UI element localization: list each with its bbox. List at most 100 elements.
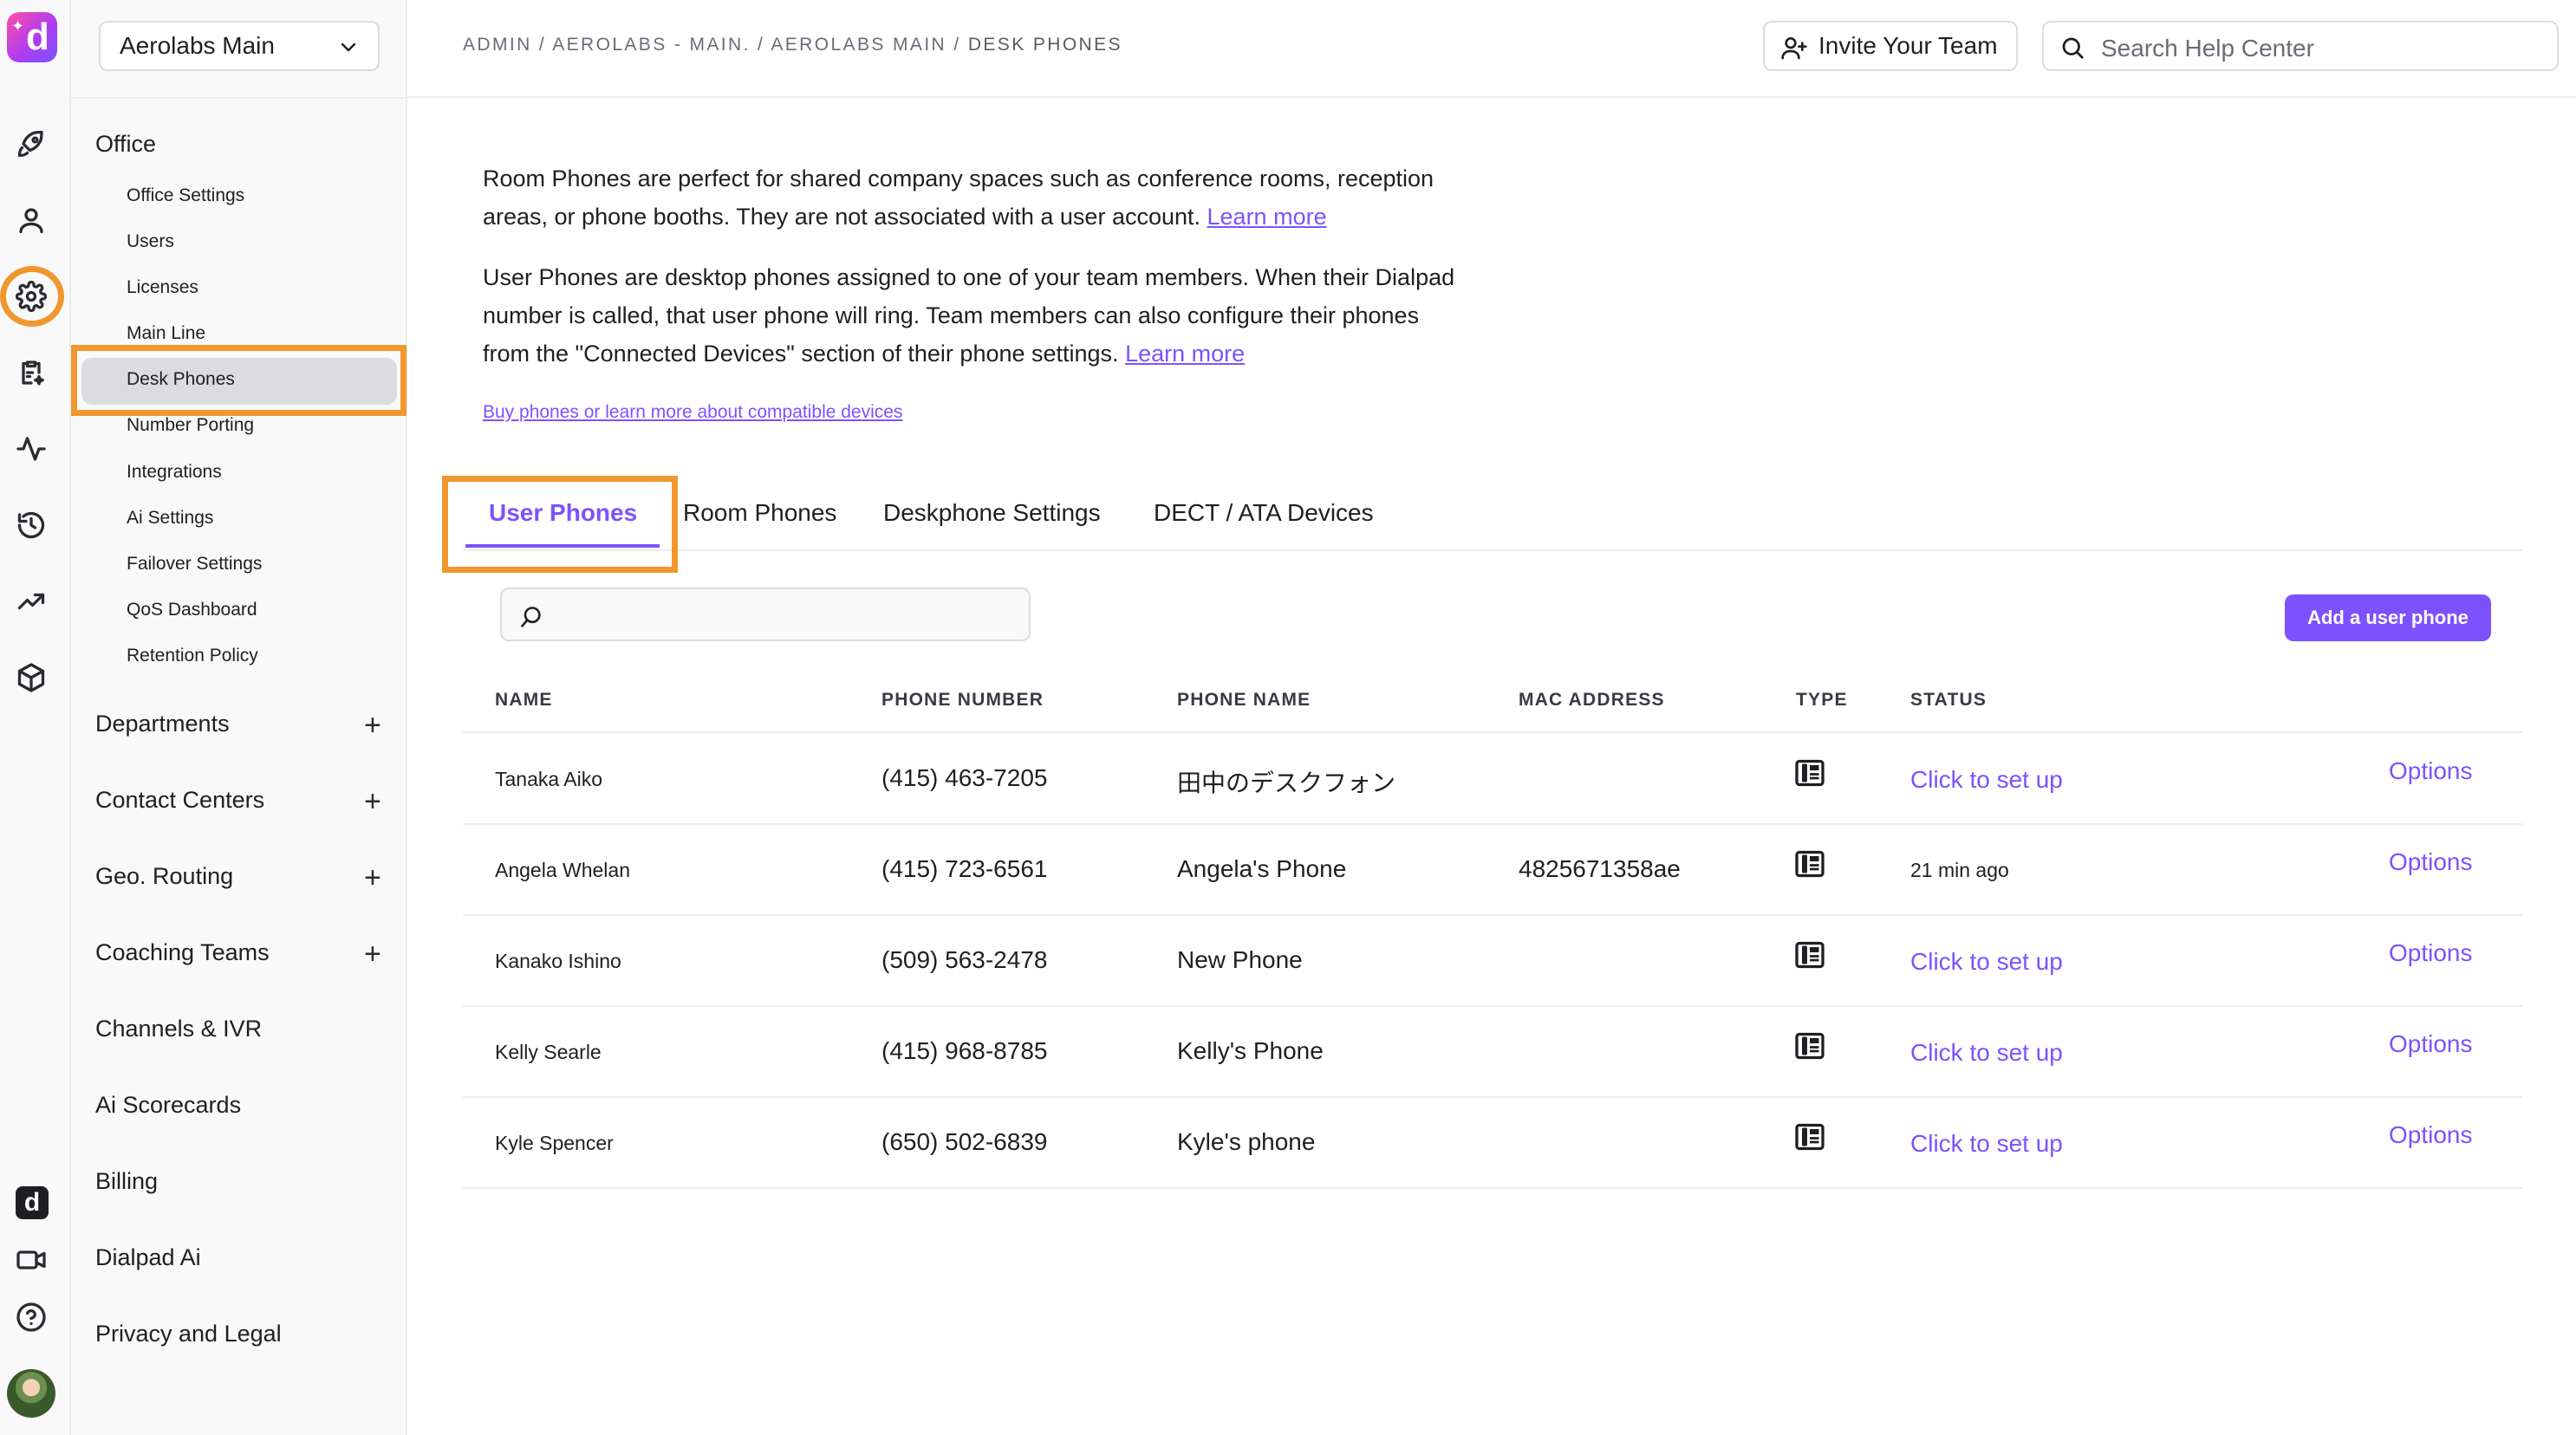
expand-plus-icon[interactable]: + <box>364 711 381 740</box>
row-divider <box>463 823 2522 825</box>
row-phone-name: Kelly's Phone <box>1177 1037 1324 1064</box>
clipboard-sparkle-icon[interactable] <box>12 354 50 392</box>
row-name: Kanako Ishino <box>495 950 621 972</box>
phone-search-input[interactable] <box>500 588 1031 641</box>
breadcrumb-path[interactable]: ADMIN / AEROLABS - MAIN. / AEROLABS MAIN… <box>463 35 968 55</box>
sidebar-item-number-porting[interactable]: Number Porting <box>127 415 254 436</box>
sidebar-item-channels-ivr[interactable]: Channels & IVR <box>95 1016 262 1042</box>
column-header-phone-number[interactable]: PHONE NUMBER <box>881 690 1044 711</box>
column-header-type[interactable]: TYPE <box>1796 690 1848 711</box>
row-status-setup-link[interactable]: Click to set up <box>1910 1130 2063 1158</box>
add-user-icon <box>1781 37 1807 60</box>
row-options-link[interactable]: Options <box>2389 757 2473 785</box>
search-icon <box>521 607 541 627</box>
workspace-name: Aerolabs Main <box>120 32 275 59</box>
expand-plus-icon[interactable]: + <box>364 787 381 816</box>
user-phones-learn-more-link[interactable]: Learn more <box>1125 341 1245 367</box>
deskphone-icon <box>1795 1032 1825 1060</box>
sidebar-item-dialpad-ai[interactable]: Dialpad Ai <box>95 1244 201 1271</box>
desk-phones-highlight-box <box>71 345 407 416</box>
sidebar-item-main-line[interactable]: Main Line <box>127 323 205 344</box>
sidebar-item-billing[interactable]: Billing <box>95 1168 158 1195</box>
activity-icon[interactable] <box>12 430 50 468</box>
column-header-status[interactable]: STATUS <box>1910 690 1987 711</box>
row-phone-name: 田中のデスクフォン <box>1177 769 1396 796</box>
avatar[interactable] <box>7 1369 55 1418</box>
sidebar-item-ai-settings[interactable]: Ai Settings <box>127 508 213 529</box>
dialpad-app-icon[interactable]: d <box>16 1186 49 1219</box>
room-phones-learn-more-link[interactable]: Learn more <box>1207 204 1327 230</box>
search-icon <box>2062 37 2084 59</box>
row-options-link[interactable]: Options <box>2389 939 2473 967</box>
tabs-divider <box>463 549 2522 551</box>
row-options-link[interactable]: Options <box>2389 1030 2473 1058</box>
row-name: Kelly Searle <box>495 1041 602 1063</box>
sidebar-item-licenses[interactable]: Licenses <box>127 277 198 298</box>
row-phone-number: (509) 563-2478 <box>881 946 1048 973</box>
sidebar-item-ai-scorecards[interactable]: Ai Scorecards <box>95 1092 241 1119</box>
top-bar: ADMIN / AEROLABS - MAIN. / AEROLABS MAIN… <box>407 0 2576 98</box>
row-options-link[interactable]: Options <box>2389 848 2473 876</box>
tab-room-phones[interactable]: Room Phones <box>683 499 836 527</box>
row-phone-name: Kyle's phone <box>1177 1128 1316 1155</box>
sidebar-heading-office[interactable]: Office <box>95 131 156 158</box>
row-divider <box>463 1005 2522 1007</box>
trending-icon[interactable] <box>12 582 50 620</box>
sidebar-item-integrations[interactable]: Integrations <box>127 462 222 483</box>
room-phones-description: Room Phones are perfect for shared compa… <box>483 159 1471 236</box>
column-header-name[interactable]: NAME <box>495 690 553 711</box>
row-phone-number: (415) 463-7205 <box>881 764 1048 791</box>
help-search-placeholder: Search Help Center <box>2101 35 2314 62</box>
rocket-icon[interactable] <box>12 125 50 163</box>
expand-plus-icon[interactable]: + <box>364 863 381 893</box>
sidebar-item-geo-routing[interactable]: Geo. Routing <box>95 863 233 890</box>
deskphone-icon <box>1795 759 1825 787</box>
video-icon[interactable] <box>12 1241 50 1279</box>
row-divider <box>463 914 2522 916</box>
row-name: Kyle Spencer <box>495 1132 614 1154</box>
sidebar-item-users[interactable]: Users <box>127 231 174 252</box>
sidebar-item-failover-settings[interactable]: Failover Settings <box>127 554 262 575</box>
row-status-setup-link[interactable]: Click to set up <box>1910 948 2063 976</box>
row-status-setup-link[interactable]: Click to set up <box>1910 1039 2063 1067</box>
invite-team-label: Invite Your Team <box>1818 32 1998 59</box>
user-phones-description: User Phones are desktop phones assigned … <box>483 258 1471 373</box>
help-icon[interactable] <box>12 1298 50 1336</box>
sidebar-item-privacy-legal[interactable]: Privacy and Legal <box>95 1321 282 1347</box>
tab-deskphone-settings[interactable]: Deskphone Settings <box>883 499 1101 527</box>
dialpad-logo[interactable]: ✦ d <box>7 12 57 62</box>
icon-rail: ✦ d d <box>0 0 71 1435</box>
row-options-link[interactable]: Options <box>2389 1121 2473 1149</box>
sidebar-item-office-settings[interactable]: Office Settings <box>127 185 244 206</box>
column-header-mac-address[interactable]: MAC ADDRESS <box>1519 690 1665 711</box>
column-header-phone-name[interactable]: PHONE NAME <box>1177 690 1311 711</box>
breadcrumb-current: DESK PHONES <box>967 35 1122 55</box>
row-phone-number: (415) 723-6561 <box>881 855 1048 882</box>
help-search-input[interactable]: Search Help Center <box>2042 21 2559 71</box>
sparkle-icon: ✦ <box>11 17 25 35</box>
person-icon[interactable] <box>12 201 50 239</box>
invite-team-button[interactable]: Invite Your Team <box>1763 21 2018 71</box>
sidebar-item-departments[interactable]: Departments <box>95 711 230 737</box>
sidebar-item-contact-centers[interactable]: Contact Centers <box>95 787 264 814</box>
sidebar-item-qos-dashboard[interactable]: QoS Dashboard <box>127 600 257 620</box>
chevron-down-icon <box>341 42 356 52</box>
row-divider <box>463 1187 2522 1189</box>
row-phone-name: Angela's Phone <box>1177 855 1347 882</box>
row-phone-number: (415) 968-8785 <box>881 1037 1048 1064</box>
row-status-setup-link[interactable]: Click to set up <box>1910 766 2063 794</box>
history-icon[interactable] <box>12 506 50 544</box>
cube-icon[interactable] <box>12 659 50 697</box>
sidebar-item-retention-policy[interactable]: Retention Policy <box>127 646 258 666</box>
gear-icon[interactable] <box>12 277 50 315</box>
add-user-phone-button[interactable]: Add a user phone <box>2285 594 2491 641</box>
expand-plus-icon[interactable]: + <box>364 939 381 969</box>
row-phone-name: New Phone <box>1177 946 1303 973</box>
sidebar-item-coaching-teams[interactable]: Coaching Teams <box>95 939 270 966</box>
workspace-selector[interactable]: Aerolabs Main <box>99 21 380 71</box>
tab-dect-ata-devices[interactable]: DECT / ATA Devices <box>1154 499 1374 527</box>
user-phones-text: User Phones are desktop phones assigned … <box>483 264 1455 367</box>
settings-sidebar: Aerolabs Main Office Office Settings Use… <box>71 0 407 1435</box>
user-phones-highlight-box <box>442 476 678 573</box>
buy-phones-link[interactable]: Buy phones or learn more about compatibl… <box>483 402 902 423</box>
